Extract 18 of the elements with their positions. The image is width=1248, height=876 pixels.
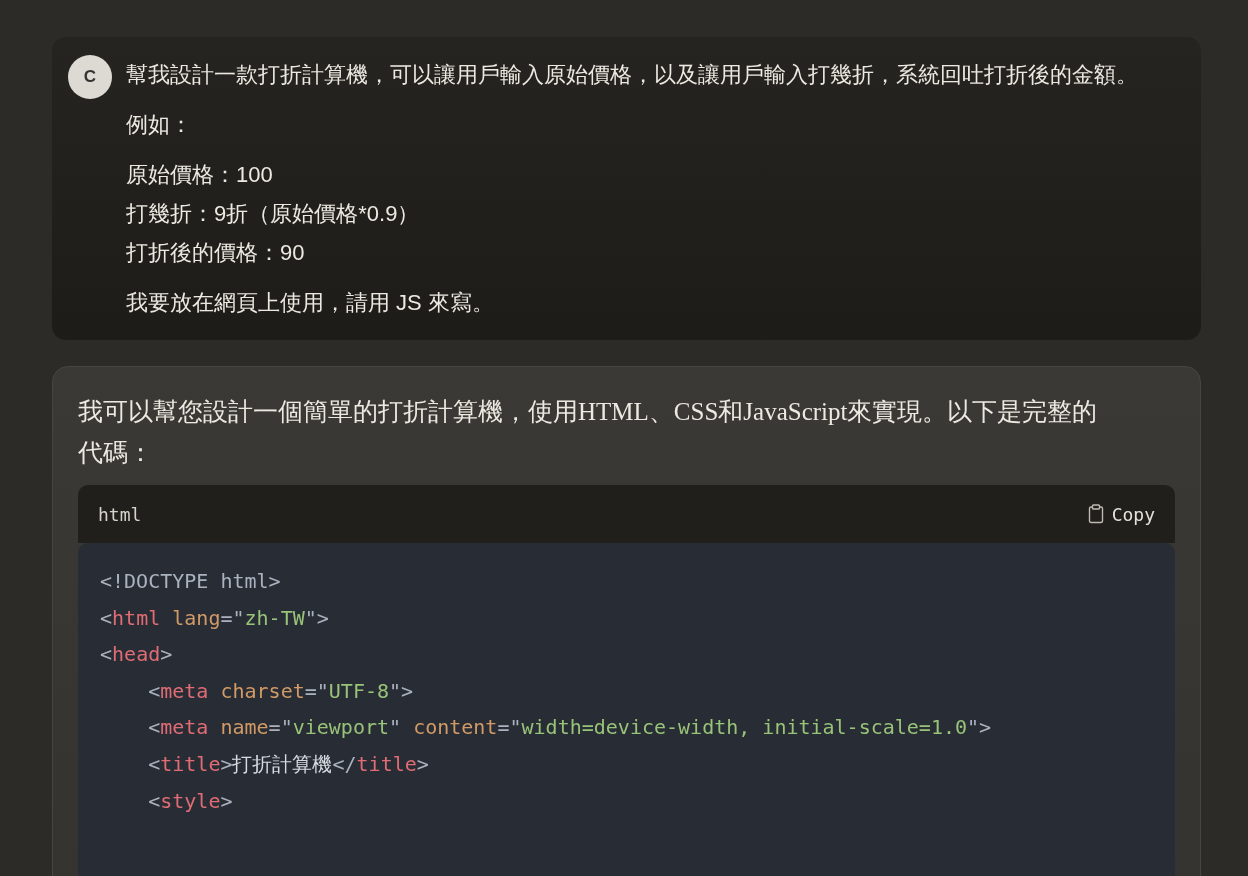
code-line: <title>打折計算機</title>: [147, 750, 430, 778]
message-text: 例如：: [126, 111, 193, 139]
response-text: 我可以幫您設計一個簡單的打折計算機，使用HTML、CSS和JavaScript來實現。以下是完整的代碼：: [78, 397, 1099, 468]
code-line: <!DOCTYPE html>: [100, 568, 282, 595]
message-text: 我要放在網頁上使用，請用 JS 來寫。: [126, 289, 495, 317]
code-line: <style>: [147, 787, 234, 815]
code-language-label: html: [98, 503, 142, 525]
message-text: 原始價格：100: [126, 161, 274, 189]
user-avatar: C: [68, 55, 112, 99]
copy-button[interactable]: Copy: [1087, 499, 1155, 529]
message-text: 打幾折：9折（原始價格*0.9）: [126, 200, 421, 228]
clipboard-icon: [1087, 504, 1104, 524]
message-text: 幫我設計一款打折計算機，可以讓用戶輸入原始價格，以及讓用戶輸入打幾折，系統回吐打折後的金額。: [126, 61, 1138, 89]
code-line: <meta charset="UTF-8">: [147, 677, 415, 705]
code-line: <html lang="zh-TW">: [100, 604, 330, 632]
message-text: 打折後的價格：90: [126, 239, 306, 267]
code-line: <meta name="viewport" content="width=device-width, initial-scale=1.0">: [147, 714, 993, 742]
code-line: <head>: [100, 641, 174, 669]
